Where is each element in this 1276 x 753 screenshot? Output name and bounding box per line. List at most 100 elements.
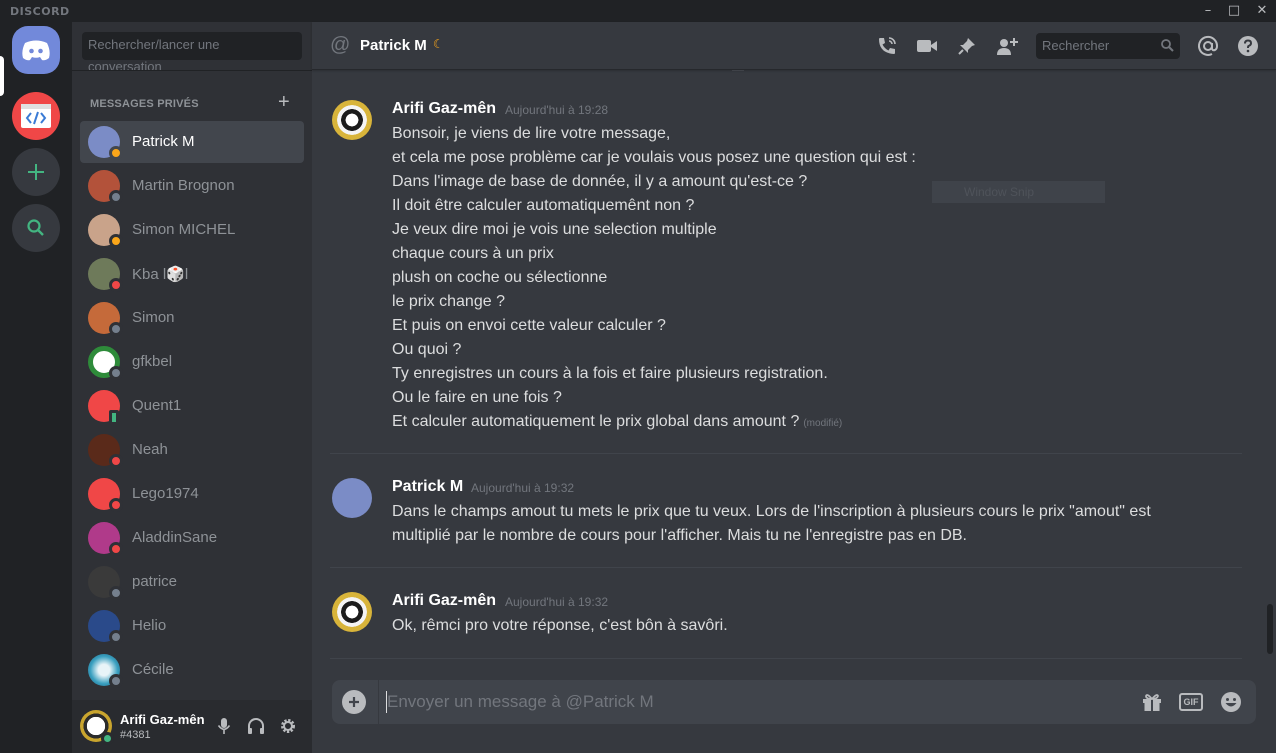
add-server-button[interactable]: [12, 148, 60, 196]
user-settings-button[interactable]: [277, 715, 299, 737]
dm-item-simon[interactable]: Simon: [80, 297, 304, 339]
plus-icon: [28, 164, 44, 180]
message-scrollbar[interactable]: [1266, 70, 1274, 680]
message-timestamp: Aujourd'hui à 19:28: [505, 103, 609, 117]
status-offline-icon: [109, 190, 123, 204]
phone-call-icon: [879, 37, 896, 54]
message-composer[interactable]: Envoyer un message à @Patrick M GIF: [332, 680, 1256, 724]
microphone-icon: [217, 718, 231, 734]
message-input[interactable]: Envoyer un message à @Patrick M: [387, 692, 654, 712]
message-line: le prix change ?: [392, 293, 505, 310]
maximize-icon[interactable]: □: [1220, 0, 1248, 22]
dm-item-patrice[interactable]: patrice: [80, 561, 304, 603]
message-author[interactable]: Patrick M: [392, 478, 463, 496]
dm-item-simon-michel[interactable]: Simon MICHEL: [80, 209, 304, 251]
app-brand: DISCORD: [10, 5, 70, 18]
dm-item-helio[interactable]: Helio: [80, 605, 304, 647]
user-tag: #4381: [120, 729, 151, 741]
home-button[interactable]: [12, 26, 60, 74]
status-offline-icon: [109, 322, 123, 336]
message-list: — Arifi Gaz-mên Aujourd'hui à 19:28 Bons…: [312, 70, 1266, 680]
dm-item-kba[interactable]: Kba l🎲l: [80, 253, 304, 295]
dm-name: AladdinSane: [132, 529, 218, 546]
pin-icon: [958, 38, 975, 55]
dm-section-header: MESSAGES PRIVÉS: [90, 98, 199, 110]
active-server-indicator: [0, 56, 4, 96]
scrollbar-thumb[interactable]: [1267, 604, 1273, 654]
message-line: Dans l'image de base de donnée, il y a a…: [392, 173, 808, 190]
status-online-icon: [101, 732, 114, 745]
message-divider: [330, 658, 1242, 659]
gear-icon: [281, 719, 295, 733]
close-icon[interactable]: ✕: [1248, 0, 1276, 22]
avatar[interactable]: [332, 592, 372, 632]
avatar[interactable]: [332, 100, 372, 140]
mentions-button[interactable]: [1196, 34, 1220, 58]
dm-item-aladdinsane[interactable]: AladdinSane: [80, 517, 304, 559]
search-icon: [27, 219, 44, 236]
dm-item-lego1974[interactable]: Lego1974: [80, 473, 304, 515]
start-voice-call-button[interactable]: [875, 34, 899, 58]
edited-label: (modifié): [803, 418, 843, 429]
status-idle-icon: [109, 234, 123, 248]
start-video-call-button[interactable]: [915, 34, 939, 58]
dm-name: Quent1: [132, 397, 182, 414]
video-camera-icon: [917, 40, 937, 52]
deafen-button[interactable]: [245, 715, 267, 737]
at-icon: @: [330, 34, 351, 56]
add-friend-to-dm-button[interactable]: [996, 34, 1020, 58]
message-text: Et calculer automatiquement le prix glob…: [392, 413, 800, 430]
status-offline-icon: [109, 674, 123, 688]
message-divider: [330, 453, 1242, 454]
pinned-messages-button[interactable]: [955, 34, 979, 58]
header-search-placeholder: Rechercher: [1042, 38, 1110, 53]
gif-button[interactable]: GIF: [1179, 693, 1203, 711]
at-mention-icon: [1198, 35, 1219, 56]
gift-icon: [1143, 694, 1161, 711]
status-offline-icon: [109, 366, 123, 380]
dm-name: Cécile: [132, 661, 174, 678]
status-dnd-icon: [109, 278, 123, 292]
message-line: chaque cours à un prix: [392, 245, 554, 262]
message-line: Ou quoi ?: [392, 341, 462, 358]
dm-item-gfkbel[interactable]: gfkbel: [80, 341, 304, 383]
plus-icon[interactable]: +: [278, 92, 290, 112]
dm-item-patrick-m[interactable]: Patrick M: [80, 121, 304, 163]
dm-item-cecile[interactable]: Cécile: [80, 649, 304, 691]
upload-button[interactable]: [342, 690, 366, 714]
dm-name: Neah: [132, 441, 168, 458]
dm-item-neah[interactable]: Neah: [80, 429, 304, 471]
message-author[interactable]: Arifi Gaz-mên: [392, 592, 496, 610]
divider: [72, 70, 312, 71]
avatar[interactable]: [332, 478, 372, 518]
help-icon: [1238, 36, 1258, 56]
message-author[interactable]: Arifi Gaz-mên: [392, 100, 496, 118]
dm-name: Helio: [132, 617, 167, 634]
chat-title: Patrick M: [360, 37, 427, 54]
gift-button[interactable]: [1140, 690, 1164, 714]
emoji-button[interactable]: [1219, 690, 1243, 714]
chat-header: @ Patrick M ☾ Rechercher: [312, 22, 1276, 70]
dm-name: Simon MICHEL: [132, 221, 236, 238]
emoji-icon: [1221, 692, 1241, 712]
mute-button[interactable]: [213, 715, 235, 737]
header-search-input[interactable]: Rechercher: [1036, 33, 1180, 59]
date-divider: —: [732, 70, 744, 76]
help-button[interactable]: [1236, 34, 1260, 58]
user-panel: Arifi Gaz-mên #4381: [72, 700, 312, 753]
server-code[interactable]: [12, 92, 60, 140]
discord-logo-icon: [22, 40, 50, 61]
minimize-icon[interactable]: –: [1194, 0, 1222, 22]
server-list: [0, 22, 72, 753]
explore-servers-button[interactable]: [12, 204, 60, 252]
dm-search-input[interactable]: Rechercher/lancer une conversation: [82, 32, 302, 74]
message-line: Et calculer automatiquement le prix glob…: [392, 413, 842, 431]
dm-item-quent1[interactable]: Quent1: [80, 385, 304, 427]
title-bar: DISCORD – □ ✕: [0, 0, 1276, 22]
code-icon: [21, 104, 51, 128]
status-idle-icon: [109, 146, 123, 160]
dm-item-martin-brognon[interactable]: Martin Brognon: [80, 165, 304, 207]
status-mobile-icon: [109, 410, 119, 425]
dm-name: Patrick M: [132, 133, 195, 150]
message-line: Je veux dire moi je vois une selection m…: [392, 221, 717, 238]
